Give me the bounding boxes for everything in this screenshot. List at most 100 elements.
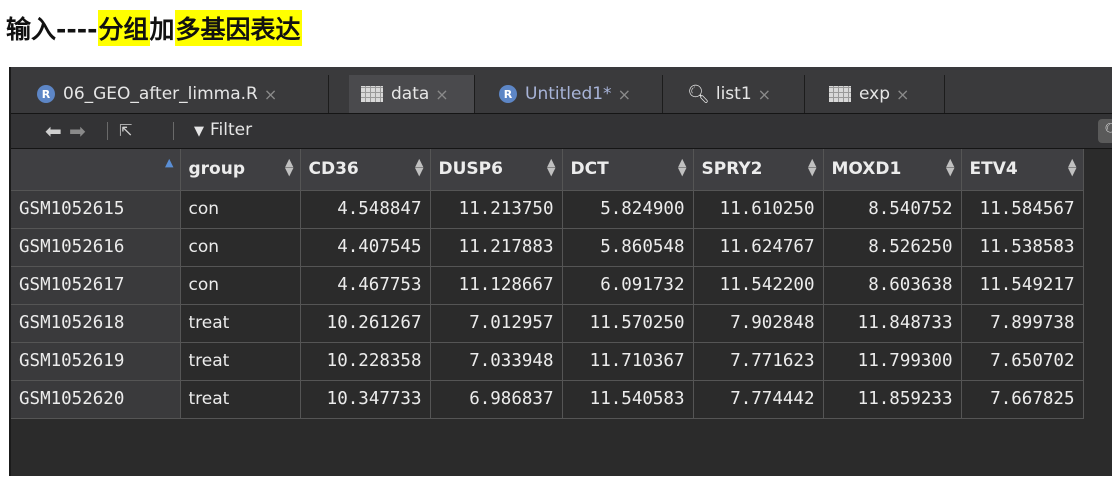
table-cell: 11.540583 [562,380,694,419]
table-cell: 10.261267 [300,304,431,343]
table-cell: 11.584567 [961,190,1084,229]
table-cell: 11.859233 [823,380,962,419]
table-cell: treat [180,304,301,343]
table-cell: con [180,228,301,267]
sort-icon: ▲ ▼ [808,156,817,178]
column-header[interactable]: DCT ▲ ▼ [562,149,694,191]
table-cell: con [180,266,301,305]
search-input[interactable]: 🔍︎ [1098,119,1112,143]
table-cell: 11.213750 [430,190,563,229]
row-name-cell: GSM1052620 [11,380,181,419]
forward-arrow-icon[interactable]: ➡︎ [69,121,86,141]
table-row: GSM1052615 con 4.548847 11.213750 5.8249… [11,190,1084,229]
table-cell: 7.667825 [961,380,1084,419]
filter-icon: ▼ [194,124,204,139]
table-cell: 11.710367 [562,342,694,381]
table-row: GSM1052617 con 4.467753 11.128667 6.0917… [11,266,1084,305]
close-icon[interactable]: × [264,85,277,104]
sort-icon: ▲ ▼ [547,156,556,178]
tab-untitled1[interactable]: R Untitled1* × [487,75,663,113]
column-header[interactable]: ETV4 ▲ ▼ [961,149,1084,191]
data-viewer-pane: R 06_GEO_after_limma.R × data × R Untitl… [9,67,1112,476]
table-cell: 11.610250 [693,190,824,229]
tab-list1[interactable]: 🔍︎ list1 × [675,75,805,113]
table-row: GSM1052618 treat 10.261267 7.012957 11.5… [11,304,1084,343]
column-header[interactable]: group ▲ ▼ [180,149,301,191]
grid-icon [829,86,851,102]
row-name-cell: GSM1052616 [11,228,181,267]
heading-highlight: 多基因表达 [174,10,302,46]
table-cell: 11.542200 [693,266,824,305]
table-cell: 5.824900 [562,190,694,229]
tab-label: list1 [715,84,752,104]
table-cell: 8.540752 [823,190,962,229]
tab-06-geo-after-limma[interactable]: R 06_GEO_after_limma.R × [25,75,329,113]
tab-label: 06_GEO_after_limma.R [63,84,258,104]
grid-icon [361,86,383,102]
back-arrow-icon[interactable]: ⬅︎ [45,121,62,141]
tab-label: data [391,84,430,104]
table-cell: 7.012957 [430,304,563,343]
toolbar-divider [107,122,108,140]
close-icon[interactable]: × [758,85,771,104]
close-icon[interactable]: × [435,85,448,104]
table-cell: 7.033948 [430,342,563,381]
table-row: GSM1052616 con 4.407545 11.217883 5.8605… [11,228,1084,267]
tab-data[interactable]: data × [349,75,475,113]
table-cell: 7.650702 [961,342,1084,381]
table-cell: treat [180,342,301,381]
table-cell: 11.549217 [961,266,1084,305]
table-cell: 10.347733 [300,380,431,419]
table-header-row: ▲ group ▲ ▼ CD36 ▲ ▼ DUSP6 ▲ ▼ DCT ▲ ▼ SPRY2 ▲ ▼ M… [11,149,1084,191]
row-name-cell: GSM1052615 [11,190,181,229]
column-header[interactable]: DUSP6 ▲ ▼ [430,149,563,191]
filter-button[interactable]: ▼ Filter [194,120,252,140]
table-cell: 4.407545 [300,228,431,267]
table-cell: 11.128667 [430,266,563,305]
table-cell: 11.538583 [961,228,1084,267]
table-cell: 5.860548 [562,228,694,267]
row-name-cell: GSM1052619 [11,342,181,381]
table-cell: 6.091732 [562,266,694,305]
table-cell: 10.228358 [300,342,431,381]
column-header[interactable]: CD36 ▲ ▼ [300,149,431,191]
table-cell: 7.902848 [693,304,824,343]
row-name-cell: GSM1052617 [11,266,181,305]
row-name-cell: GSM1052618 [11,304,181,343]
editor-tab-bar: R 06_GEO_after_limma.R × data × R Untitl… [11,67,1112,114]
sort-icon: ▲ ▼ [415,156,424,178]
heading-part: 加 [149,15,175,44]
table-row: GSM1052620 treat 10.347733 6.986837 11.5… [11,380,1084,419]
heading-part: 输入---- [6,15,98,44]
sort-ascending-icon: ▲ [165,156,174,169]
tab-label: exp [859,84,891,104]
tab-exp[interactable]: exp × [817,75,945,113]
table-cell: 7.774442 [693,380,824,419]
column-header-rownames[interactable]: ▲ [11,149,181,191]
sort-icon: ▲ ▼ [946,156,955,178]
column-header[interactable]: MOXD1 ▲ ▼ [823,149,962,191]
tab-label: Untitled1* [525,84,612,104]
close-icon[interactable]: × [896,85,909,104]
column-header[interactable]: SPRY2 ▲ ▼ [693,149,824,191]
r-script-icon: R [35,82,55,103]
heading-highlight: 分组 [97,10,150,46]
table-cell: 8.603638 [823,266,962,305]
table-cell: treat [180,380,301,419]
table-cell: 4.548847 [300,190,431,229]
table-cell: con [180,190,301,229]
page-heading: 输入---- 分组加多基因表达 [6,8,302,48]
table-cell: 11.570250 [562,304,694,343]
toolbar-divider [173,122,174,140]
table-cell: 6.986837 [430,380,563,419]
search-icon: 🔍︎ [687,83,710,105]
r-script-icon: R [497,82,517,103]
table-cell: 11.217883 [430,228,563,267]
table-cell: 11.624767 [693,228,824,267]
table-cell: 7.899738 [961,304,1084,343]
table-cell: 11.848733 [823,304,962,343]
close-icon[interactable]: × [618,85,631,104]
filter-label: Filter [210,120,253,140]
sort-icon: ▲ ▼ [285,156,294,178]
popout-icon[interactable]: ⇱ [119,123,132,139]
